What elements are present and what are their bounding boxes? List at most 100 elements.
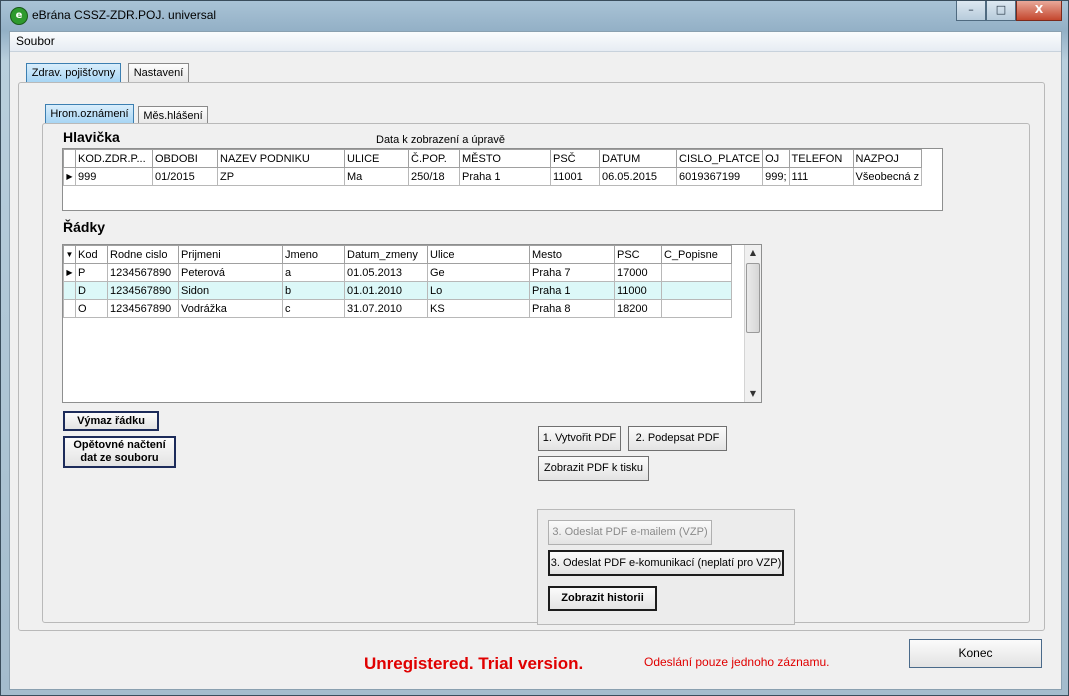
hlavicka-column-header[interactable]: Č.POP. (408, 149, 460, 168)
vymaz-radku-button[interactable]: Výmaz řádku (63, 411, 159, 431)
radky-cell[interactable]: 17000 (614, 263, 662, 282)
radky-cell[interactable]: 1234567890 (107, 281, 179, 300)
hlavicka-table-row[interactable]: ▶ 999 01/2015 ZP Ma 250/18 Praha 1 11001 06.05.2… (63, 167, 923, 186)
radky-column-header[interactable]: Datum_zmeny (344, 245, 428, 264)
title-bar[interactable]: e eBrána CSSZ-ZDR.POJ. universal – □ X (1, 1, 1068, 31)
radky-cell[interactable]: 1234567890 (107, 263, 179, 282)
hlavicka-column-header[interactable]: NAZEV PODNIKU (217, 149, 345, 168)
window-title: eBrána CSSZ-ZDR.POJ. universal (32, 8, 217, 22)
odeslat-ekomunikace-label: 3. Odeslat PDF e-komunikací (neplatí pro… (550, 556, 782, 569)
radky-cell[interactable]: Ge (427, 263, 530, 282)
menu-soubor[interactable]: Soubor (16, 34, 55, 48)
vytvorit-pdf-button[interactable]: 1. Vytvořit PDF (538, 426, 621, 451)
radky-cell[interactable]: Praha 7 (529, 263, 615, 282)
radky-table-row[interactable]: D 1234567890 Sidon b 01.01.2010 Lo Praha 1 1100… (63, 281, 732, 300)
radky-column-header[interactable]: Prijmeni (178, 245, 283, 264)
app-logo-icon: e (10, 7, 28, 25)
minimize-button[interactable]: – (956, 1, 986, 21)
row-pointer-icon[interactable]: ▶ (63, 263, 76, 282)
radky-cell[interactable]: c (282, 299, 345, 318)
hlavicka-column-header[interactable]: OBDOBI (152, 149, 218, 168)
radky-column-header[interactable]: Jmeno (282, 245, 345, 264)
hlavicka-cell[interactable]: 999; (762, 167, 790, 186)
zobrazit-historii-button[interactable]: Zobrazit historii (548, 586, 657, 611)
radky-cell[interactable]: Praha 8 (529, 299, 615, 318)
radky-cell[interactable] (661, 281, 732, 300)
radky-cell[interactable]: Praha 1 (529, 281, 615, 300)
odeslat-ekomunikace-button[interactable]: 3. Odeslat PDF e-komunikací (neplatí pro… (548, 550, 784, 576)
window-controls: – □ X (956, 1, 1062, 21)
hlavicka-grid[interactable]: KOD.ZDR.P... OBDOBI NAZEV PODNIKU ULICE Č.PO… (62, 148, 943, 211)
tab-hrom-oznameni[interactable]: Hrom.oznámení (45, 104, 134, 124)
radky-cell[interactable]: 31.07.2010 (344, 299, 428, 318)
radky-cell[interactable]: Vodrážka (178, 299, 283, 318)
hlavicka-cell[interactable]: 111 (788, 167, 854, 186)
hlavicka-column-header[interactable]: MĚSTO (459, 149, 551, 168)
row-pointer-icon[interactable]: ▶ (63, 167, 76, 186)
hlavicka-column-header[interactable]: DATUM (599, 149, 677, 168)
radky-table-row[interactable]: ▶ P 1234567890 Peterová a 01.05.2013 Ge Praha 7… (63, 263, 732, 282)
hlavicka-cell[interactable]: 999 (75, 167, 153, 186)
tab-nastaveni[interactable]: Nastavení (128, 63, 189, 84)
radky-column-header[interactable]: PSC (614, 245, 662, 264)
menu-bar: Soubor (10, 32, 1061, 52)
radky-cell[interactable]: Sidon (178, 281, 283, 300)
hlavicka-cell[interactable]: 01/2015 (152, 167, 218, 186)
opetovne-nacteni-button[interactable]: Opětovné načtení dat ze souboru (63, 436, 176, 468)
scroll-thumb[interactable] (746, 263, 760, 333)
odeslat-email-button[interactable]: 3. Odeslat PDF e-mailem (VZP) (548, 520, 712, 545)
radky-cell[interactable]: D (75, 281, 108, 300)
hlavicka-cell[interactable]: 6019367199 (675, 167, 764, 186)
hlavicka-column-header[interactable]: TELEFON (788, 149, 854, 168)
tab-zdrav-pojistovny[interactable]: Zdrav. pojišťovny (26, 63, 121, 83)
radky-cell[interactable]: Peterová (178, 263, 283, 282)
radky-cell[interactable]: Lo (427, 281, 530, 300)
podepsat-pdf-button[interactable]: 2. Podepsat PDF (628, 426, 727, 451)
radky-cell[interactable]: a (282, 263, 345, 282)
radky-cell[interactable]: 1234567890 (107, 299, 179, 318)
hlavicka-cell[interactable]: Všeobecná z (852, 167, 923, 186)
hlavicka-cell[interactable]: 06.05.2015 (599, 167, 677, 186)
vytvorit-pdf-label: 1. Vytvořit PDF (542, 432, 617, 444)
row-indicator[interactable] (63, 281, 76, 300)
konec-button[interactable]: Konec (909, 639, 1042, 668)
radky-column-header[interactable]: Kod (75, 245, 108, 264)
radky-column-header[interactable]: Mesto (529, 245, 615, 264)
radky-cell[interactable]: KS (427, 299, 530, 318)
radky-column-header[interactable]: Rodne cislo (107, 245, 179, 264)
hlavicka-cell[interactable]: Praha 1 (459, 167, 551, 186)
row-indicator-header: ▼ (63, 245, 76, 264)
close-button[interactable]: X (1016, 1, 1062, 21)
maximize-button[interactable]: □ (986, 1, 1016, 21)
hlavicka-column-header[interactable]: NAZPOJ (852, 149, 923, 168)
radky-scrollbar[interactable]: ▲ ▼ (744, 245, 761, 402)
hlavicka-cell[interactable]: Ma (344, 167, 409, 186)
radky-column-header[interactable]: Ulice (427, 245, 530, 264)
radky-cell[interactable]: P (75, 263, 108, 282)
hlavicka-column-header[interactable]: OJ (762, 149, 790, 168)
hlavicka-cell[interactable]: 11001 (550, 167, 600, 186)
hlavicka-column-header[interactable]: ULICE (344, 149, 409, 168)
radky-cell[interactable]: 01.01.2010 (344, 281, 428, 300)
scroll-up-icon[interactable]: ▲ (745, 245, 761, 261)
hlavicka-cell[interactable]: 250/18 (408, 167, 460, 186)
radky-table-row[interactable]: O 1234567890 Vodrážka c 31.07.2010 KS Praha 81… (63, 299, 732, 318)
hlavicka-column-header[interactable]: KOD.ZDR.P... (75, 149, 153, 168)
hlavicka-column-header[interactable]: CISLO_PLATCE (675, 149, 764, 168)
radky-cell[interactable] (661, 263, 732, 282)
row-indicator-header (63, 149, 76, 168)
radky-table: ▼ Kod Rodne cislo Prijmeni Jmeno Datum_zmeny U… (63, 245, 732, 318)
radky-cell[interactable]: 18200 (614, 299, 662, 318)
radky-column-header[interactable]: C_Popisne (661, 245, 732, 264)
scroll-down-icon[interactable]: ▼ (745, 386, 761, 402)
hlavicka-column-header[interactable]: PSČ (550, 149, 600, 168)
row-indicator[interactable] (63, 299, 76, 318)
radky-cell[interactable]: 01.05.2013 (344, 263, 428, 282)
radky-cell[interactable]: b (282, 281, 345, 300)
radky-cell[interactable] (661, 299, 732, 318)
radky-cell[interactable]: O (75, 299, 108, 318)
zobrazit-pdf-button[interactable]: Zobrazit PDF k tisku (538, 456, 649, 481)
hlavicka-cell[interactable]: ZP (217, 167, 345, 186)
radky-grid[interactable]: ▼ Kod Rodne cislo Prijmeni Jmeno Datum_zmeny U… (62, 244, 762, 403)
radky-cell[interactable]: 11000 (614, 281, 662, 300)
